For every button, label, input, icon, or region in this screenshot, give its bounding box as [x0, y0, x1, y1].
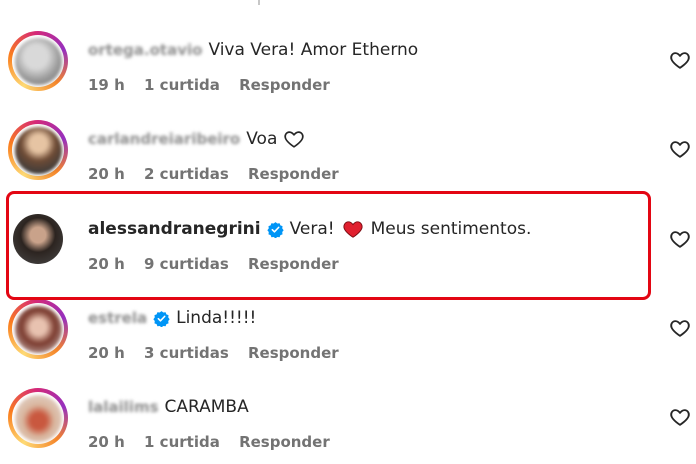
comment-username[interactable]: estrela — [88, 307, 147, 329]
heart-outline-icon[interactable] — [669, 317, 691, 339]
highlight-box — [6, 191, 651, 300]
comment-likes-count[interactable]: 2 curtidas — [144, 165, 229, 183]
comment-item: carlandreiaribeiro Voa 20 h 2 curtidas R… — [0, 106, 696, 195]
comment-username[interactable]: carlandreiaribeiro — [88, 128, 240, 150]
avatar[interactable] — [8, 299, 68, 359]
reply-button[interactable]: Responder — [239, 76, 330, 94]
comment-time: 20 h — [88, 165, 125, 183]
comment-time: 20 h — [88, 344, 125, 362]
comment-time: 19 h — [88, 76, 125, 94]
heart-outline-icon[interactable] — [669, 138, 691, 160]
reply-button[interactable]: Responder — [239, 433, 330, 451]
comment-item: ortega.otavio Viva Vera! Amor Etherno 19… — [0, 17, 696, 106]
comment-username[interactable]: ortega.otavio — [88, 39, 202, 61]
avatar[interactable] — [8, 388, 68, 448]
comment-item: lalailims CARAMBA 20 h 1 curtida Respond… — [0, 374, 696, 463]
comment-text: CARAMBA — [164, 397, 249, 417]
comment-likes-count[interactable]: 1 curtida — [144, 76, 220, 94]
avatar[interactable] — [8, 31, 68, 91]
heart-outline-icon[interactable] — [669, 228, 691, 250]
avatar[interactable] — [8, 120, 68, 180]
heart-outline-icon — [284, 131, 305, 148]
comment-text: Linda!!!!! — [176, 308, 257, 328]
comments-panel: ortega.otavio Viva Vera! Amor Etherno 19… — [0, 0, 696, 464]
comment-text: Viva Vera! Amor Etherno — [208, 40, 419, 60]
heart-outline-icon[interactable] — [669, 49, 691, 71]
divider-tick — [258, 0, 260, 5]
heart-outline-icon[interactable] — [669, 406, 691, 428]
verified-badge-icon — [153, 310, 170, 327]
comment-username[interactable]: lalailims — [88, 396, 159, 418]
comment-time: 20 h — [88, 433, 125, 451]
comment-text: Voa — [246, 129, 278, 149]
reply-button[interactable]: Responder — [248, 344, 339, 362]
reply-button[interactable]: Responder — [248, 165, 339, 183]
comment-likes-count[interactable]: 1 curtida — [144, 433, 220, 451]
comment-likes-count[interactable]: 3 curtidas — [144, 344, 229, 362]
